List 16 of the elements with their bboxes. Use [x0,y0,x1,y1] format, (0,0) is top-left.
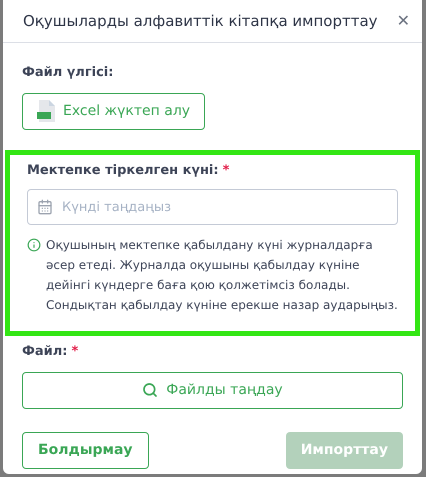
choose-file-button[interactable]: Файлды таңдау [22,372,403,408]
info-icon [27,238,41,252]
excel-download-button[interactable]: Excel жүктеп алу [22,92,206,130]
search-icon [142,382,158,398]
required-mark: * [222,162,230,180]
calendar-icon [37,199,53,215]
xls-file-icon [37,100,55,122]
required-mark: * [72,343,78,361]
template-label: Файл үлгісі: [22,64,114,82]
dialog-title: Оқушыларды алфавиттік кітапқа импорттау [23,10,378,32]
date-label: Мектепке тіркелген күні: [27,162,219,180]
date-field[interactable]: Күнді таңдаңыз [27,189,398,225]
file-label: Файл: [22,343,68,361]
hint-text: Оқушының мектепке қабылдану күні журналдарға әсер етеді. Журналда оқушыны қабылдау күніне дейінгі күндерге баға қою қолжетімсіз болады. Сондықтан қабылдау күніне ерекше назар аударыңыз. [46,237,398,314]
close-button[interactable]: ✕ [396,9,410,33]
cancel-button[interactable]: Болдырмау [22,432,149,468]
